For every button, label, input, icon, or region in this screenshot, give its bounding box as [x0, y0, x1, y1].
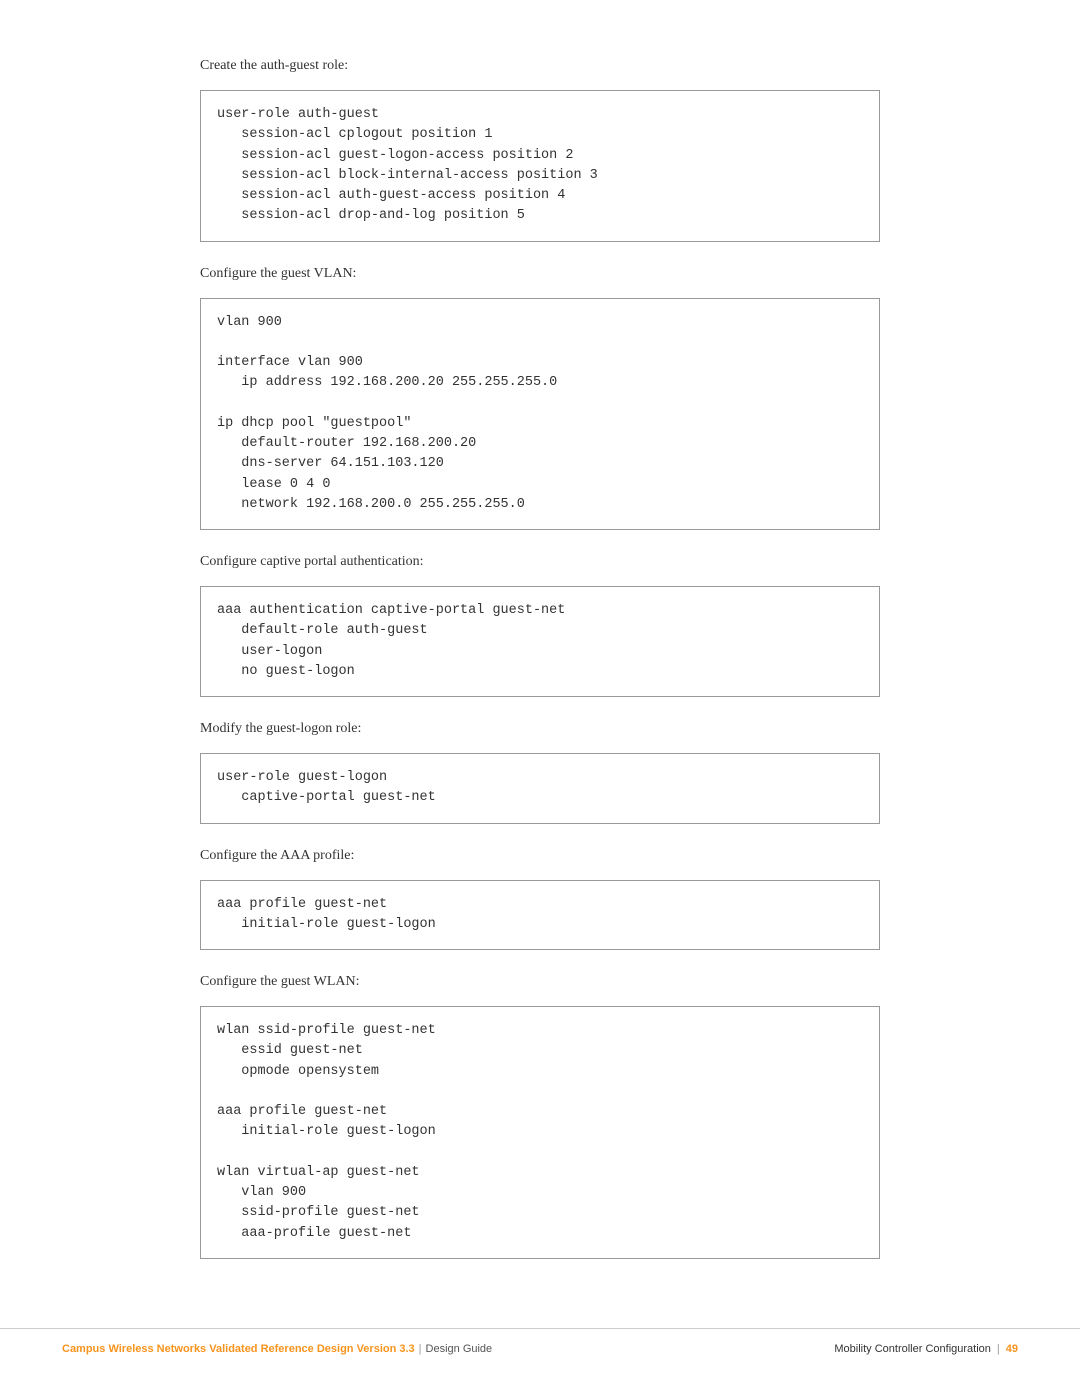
footer-subtitle: Design Guide — [426, 1343, 493, 1355]
section-label: Modify the guest-logon role: — [200, 721, 880, 737]
section-label: Configure the guest WLAN: — [200, 974, 880, 990]
section-label: Configure captive portal authentication: — [200, 554, 880, 570]
footer-separator: | — [997, 1343, 1000, 1355]
footer-right: Mobility Controller Configuration | 49 — [834, 1343, 1018, 1355]
code-block: user-role guest-logon captive-portal gue… — [200, 753, 880, 824]
section-label: Configure the AAA profile: — [200, 848, 880, 864]
footer-section: Mobility Controller Configuration — [834, 1343, 991, 1355]
code-block: aaa authentication captive-portal guest-… — [200, 586, 880, 697]
section-label: Create the auth-guest role: — [200, 58, 880, 74]
code-block: user-role auth-guest session-acl cplogou… — [200, 90, 880, 242]
code-block: vlan 900 interface vlan 900 ip address 1… — [200, 298, 880, 531]
section-label: Configure the guest VLAN: — [200, 266, 880, 282]
page-footer: Campus Wireless Networks Validated Refer… — [0, 1328, 1080, 1355]
code-block: aaa profile guest-net initial-role guest… — [200, 880, 880, 951]
footer-separator: | — [419, 1343, 422, 1355]
code-block: wlan ssid-profile guest-net essid guest-… — [200, 1006, 880, 1259]
footer-left: Campus Wireless Networks Validated Refer… — [62, 1343, 492, 1355]
footer-title: Campus Wireless Networks Validated Refer… — [62, 1343, 415, 1355]
footer-page-number: 49 — [1006, 1343, 1018, 1355]
document-content: Create the auth-guest role: user-role au… — [0, 0, 1080, 1259]
